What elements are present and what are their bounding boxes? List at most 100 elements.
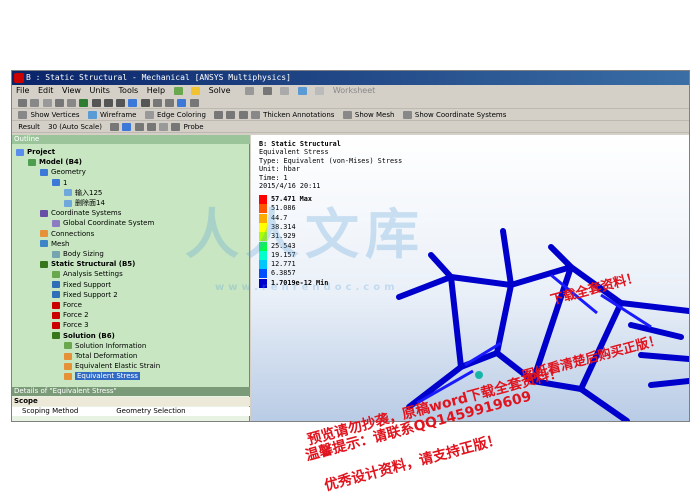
menu-file[interactable]: File bbox=[16, 86, 29, 95]
edge-direction-icon[interactable] bbox=[226, 111, 236, 119]
tree-item-label: Coordinate Systems bbox=[51, 209, 122, 218]
view-options-icon[interactable] bbox=[189, 99, 199, 107]
tree-item[interactable]: Coordinate Systems bbox=[40, 208, 121, 218]
show-coordinate-systems-button[interactable]: Show Coordinate Systems bbox=[402, 109, 507, 121]
title-bar: B : Static Structural - Mechanical [ANSY… bbox=[12, 71, 689, 85]
geometry-display-icon[interactable] bbox=[110, 123, 120, 131]
tree-item[interactable]: Analysis Settings bbox=[52, 269, 123, 279]
figure-icon[interactable] bbox=[280, 86, 290, 95]
wireframe-button[interactable]: Wireframe bbox=[87, 109, 137, 121]
frame-tube-front-post bbox=[448, 274, 464, 370]
tree-item[interactable]: Force 3 bbox=[52, 320, 89, 330]
next-view-icon[interactable] bbox=[165, 99, 175, 107]
tree-item[interactable]: Body Sizing bbox=[52, 249, 104, 259]
tree-item-label: Body Sizing bbox=[63, 250, 104, 258]
show-mesh-label: Show Mesh bbox=[354, 111, 395, 119]
tool-group-1: Solve bbox=[173, 85, 237, 97]
isometric-view-icon[interactable] bbox=[177, 99, 187, 107]
body-select-icon[interactable] bbox=[67, 99, 77, 107]
probe-button[interactable]: Probe bbox=[171, 121, 204, 133]
tree-item[interactable]: 删除面14 bbox=[64, 198, 105, 208]
tree-item-label: Force bbox=[63, 301, 82, 309]
menu-view[interactable]: View bbox=[62, 86, 81, 95]
menu-edit[interactable]: Edit bbox=[38, 86, 54, 95]
solve-button[interactable]: Solve bbox=[209, 86, 231, 95]
tree-item[interactable]: Force 2 bbox=[52, 310, 89, 320]
deformation-scale-select[interactable]: 30 (Auto Scale) bbox=[48, 121, 102, 133]
tree-item[interactable]: Fixed Support bbox=[52, 280, 111, 290]
contour-icon[interactable] bbox=[122, 123, 132, 131]
comment-icon[interactable] bbox=[262, 86, 272, 95]
show-vertices-button[interactable]: Show Vertices bbox=[18, 109, 80, 121]
new-analysis-icon[interactable] bbox=[245, 86, 255, 95]
image-icon[interactable] bbox=[297, 86, 307, 95]
result-toolbar: Result 30 (Auto Scale) Probe bbox=[12, 121, 689, 133]
menu-help[interactable]: Help bbox=[147, 86, 165, 95]
tree-item[interactable]: Geometry bbox=[40, 167, 86, 177]
outline-header: Outline bbox=[12, 135, 250, 144]
tree-item[interactable]: Force bbox=[52, 300, 82, 310]
magnifier-icon[interactable] bbox=[140, 99, 150, 107]
tree-item-label: Model (B4) bbox=[39, 158, 82, 167]
menu-units[interactable]: Units bbox=[90, 86, 110, 95]
model-icon bbox=[28, 158, 36, 166]
tree-item-label: Force 3 bbox=[63, 321, 89, 330]
details-row-scoping-method[interactable]: Scoping Method Geometry Selection bbox=[12, 407, 250, 416]
tree-item-label: Analysis Settings bbox=[63, 270, 123, 279]
zoom-fit-icon[interactable] bbox=[128, 99, 138, 107]
label-icon[interactable] bbox=[159, 123, 169, 131]
tree-item[interactable]: Solution Information bbox=[64, 341, 146, 351]
tree-item[interactable]: Project bbox=[16, 147, 55, 157]
pan-icon[interactable] bbox=[91, 99, 101, 107]
edge-coloring-icon bbox=[144, 111, 154, 119]
tree-item[interactable]: Fixed Support 2 bbox=[52, 290, 118, 300]
vertex-select-icon[interactable] bbox=[30, 99, 40, 107]
graphics-toolbar bbox=[12, 97, 689, 109]
tree-item[interactable]: Global Coordinate System bbox=[52, 218, 154, 228]
tree-item-label: Force 2 bbox=[63, 311, 89, 320]
display-toolbar: Show Vertices Wireframe Edge Coloring Th… bbox=[12, 109, 689, 121]
edge-select-icon[interactable] bbox=[42, 99, 52, 107]
tree-item[interactable]: Mesh bbox=[40, 239, 69, 249]
edge-coloring-button[interactable]: Edge Coloring bbox=[144, 109, 206, 121]
tree-item[interactable]: Static Structural (B5) bbox=[40, 259, 135, 269]
tree-item[interactable]: Solution (B6) bbox=[52, 331, 115, 341]
tree-item[interactable]: Equivalent Stress bbox=[64, 371, 140, 381]
show-coord-label: Show Coordinate Systems bbox=[414, 111, 507, 119]
tree-item[interactable]: Total Deformation bbox=[64, 351, 137, 361]
tree-item-label: Total Deformation bbox=[75, 352, 138, 360]
rotate-icon[interactable] bbox=[79, 99, 89, 107]
tree-item[interactable]: 输入125 bbox=[64, 188, 102, 198]
thicken-annotations-button[interactable]: Thicken Annotations bbox=[250, 109, 334, 121]
sizing-icon bbox=[52, 250, 60, 258]
frame-tube-struts bbox=[428, 228, 574, 288]
body-icon bbox=[64, 189, 72, 197]
tree-item-label: Connections bbox=[51, 229, 95, 238]
force-icon bbox=[52, 301, 60, 309]
edge-display-icon[interactable] bbox=[214, 111, 224, 119]
details-scope-group[interactable]: Scope bbox=[12, 397, 250, 406]
tree-item-label: Solution (B6) bbox=[63, 331, 115, 340]
edges-display-icon[interactable] bbox=[134, 123, 144, 131]
wireframe-label: Wireframe bbox=[99, 111, 137, 119]
tree-item[interactable]: Model (B4) bbox=[28, 157, 82, 167]
worksheet-icon bbox=[315, 86, 325, 95]
worksheet-button[interactable]: Worksheet bbox=[333, 86, 375, 95]
tree-item-label: Fixed Support 2 bbox=[63, 290, 118, 299]
show-mesh-button[interactable]: Show Mesh bbox=[342, 109, 395, 121]
vertex-display-icon[interactable] bbox=[238, 111, 248, 119]
probe-icon bbox=[171, 123, 181, 131]
tree-item[interactable]: Connections bbox=[40, 229, 94, 239]
details-row-label: Scoping Method bbox=[22, 407, 79, 415]
select-mode-icon[interactable] bbox=[18, 99, 28, 107]
app-icon bbox=[14, 73, 24, 83]
menu-tools[interactable]: Tools bbox=[119, 86, 139, 95]
previous-view-icon[interactable] bbox=[152, 99, 162, 107]
zoom-icon[interactable] bbox=[103, 99, 113, 107]
max-min-icon[interactable] bbox=[146, 123, 156, 131]
box-zoom-icon[interactable] bbox=[116, 99, 126, 107]
tree-item[interactable]: 1 bbox=[52, 178, 67, 188]
check-icon[interactable] bbox=[173, 86, 183, 95]
tree-item[interactable]: Equivalent Elastic Strain bbox=[64, 361, 160, 371]
face-select-icon[interactable] bbox=[54, 99, 64, 107]
